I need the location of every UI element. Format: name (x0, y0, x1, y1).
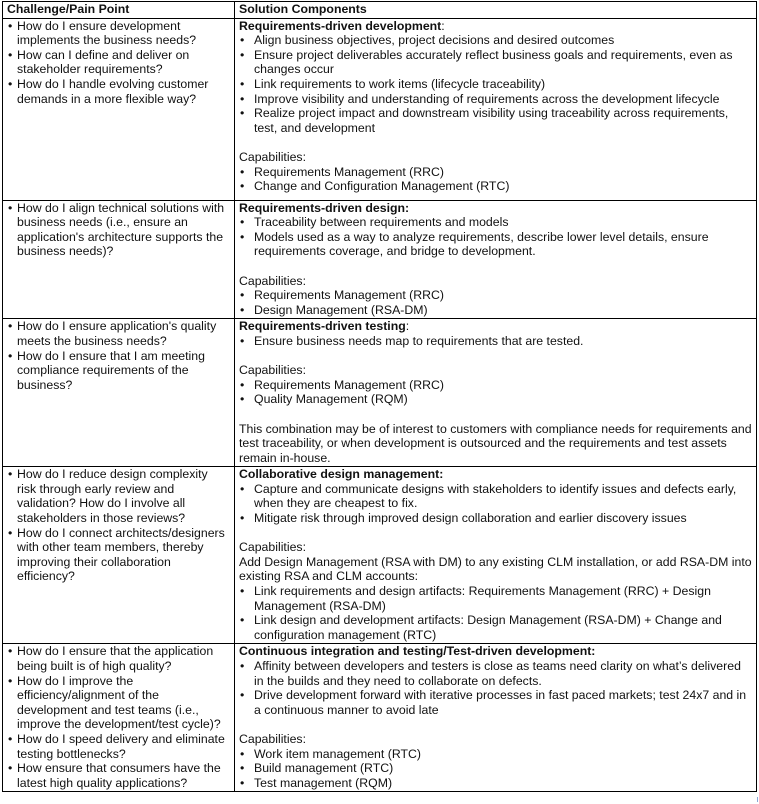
capability-item: Link design and development artifacts: D… (239, 613, 752, 642)
solution-point: Affinity between developers and testers … (239, 659, 752, 688)
challenge-cell: How do I ensure application's quality me… (2, 318, 235, 468)
challenge-item: How do I reduce design complexity risk t… (7, 467, 230, 525)
solution-note: This combination may be of interest to c… (239, 421, 752, 465)
capabilities-list: Requirements Management (RRC) Design Man… (239, 288, 752, 317)
capabilities-list: Requirements Management (RRC) Quality Ma… (239, 378, 752, 407)
challenge-list: How do I reduce design complexity risk t… (7, 467, 230, 584)
header-solution: Solution Components (234, 1, 757, 19)
challenge-item: How ensure that consumers have the lates… (7, 761, 230, 790)
solution-points: Capture and communicate designs with sta… (239, 482, 752, 526)
capabilities-list: Link requirements and design artifacts: … (239, 584, 752, 642)
challenge-item: How can I define and deliver on stakehol… (7, 48, 230, 77)
capability-item: Requirements Management (RRC) (239, 378, 752, 393)
challenge-item: How do I handle evolving customer demand… (7, 77, 230, 106)
solution-points: Align business objectives, project decis… (239, 33, 752, 135)
challenge-list: How do I ensure development implements t… (7, 19, 230, 107)
solution-cell: Requirements-driven testing: Ensure busi… (234, 318, 757, 468)
capabilities-label: Capabilities: (239, 273, 306, 288)
challenge-list: How do I align technical solutions with … (7, 201, 230, 259)
challenge-list: How do I ensure that the application bei… (7, 644, 230, 790)
solution-title-suffix: : (405, 319, 410, 334)
challenge-item: How do I ensure application's quality me… (7, 319, 230, 348)
solution-title: Collaborative design management: (239, 467, 444, 482)
solution-cell: Requirements-driven development: Align b… (234, 17, 757, 201)
solution-point: Capture and communicate designs with sta… (239, 482, 752, 511)
solution-point: Align business objectives, project decis… (239, 33, 752, 48)
solution-point: Models used as a way to analyze requirem… (239, 230, 752, 259)
capability-item: Work item management (RTC) (239, 747, 752, 762)
challenge-list: How do I ensure application's quality me… (7, 319, 230, 392)
capabilities-label: Capabilities: (239, 540, 306, 555)
capability-item: Build management (RTC) (239, 761, 752, 776)
capabilities-label: Capabilities: (239, 363, 306, 378)
challenge-item: How do I speed delivery and eliminate te… (7, 732, 230, 761)
solution-cell: Collaborative design management: Capture… (234, 466, 757, 645)
challenge-cell: How do I align technical solutions with … (2, 199, 235, 320)
solution-title: Continuous integration and testing/Test-… (239, 644, 596, 659)
challenge-solution-table: Challenge/Pain Point Solution Components… (2, 1, 757, 793)
capability-item: Change and Configuration Management (RTC… (239, 179, 752, 194)
capability-item: Design Management (RSA-DM) (239, 303, 752, 318)
capability-item: Requirements Management (RRC) (239, 165, 752, 180)
solution-title: Requirements-driven development (239, 18, 442, 33)
solution-heading: Requirements-driven development: (239, 19, 752, 34)
challenge-cell: How do I ensure development implements t… (2, 17, 235, 201)
solution-point: Ensure project deliverables accurately r… (239, 48, 752, 77)
page-corner-mark (757, 797, 758, 802)
solution-point: Ensure business needs map to requirement… (239, 334, 752, 349)
solution-cell: Requirements-driven design: Traceability… (234, 199, 757, 320)
solution-point: Realize project impact and downstream vi… (239, 106, 752, 135)
solution-points: Affinity between developers and testers … (239, 659, 752, 717)
capabilities-list: Requirements Management (RRC) Change and… (239, 165, 752, 194)
challenge-item: How do I ensure that I am meeting compli… (7, 349, 230, 393)
solution-points: Traceability between requirements and mo… (239, 215, 752, 259)
header-challenge: Challenge/Pain Point (2, 1, 235, 19)
solution-point: Link requirements to work items (lifecyc… (239, 77, 752, 92)
solution-title: Requirements-driven design: (239, 200, 410, 215)
solution-title: Requirements-driven testing (239, 319, 406, 334)
solution-points: Ensure business needs map to requirement… (239, 334, 752, 349)
challenge-cell: How do I ensure that the application bei… (2, 643, 235, 793)
capabilities-intro: Add Design Management (RSA with DM) to a… (239, 554, 752, 584)
solution-point: Mitigate risk through improved design co… (239, 511, 752, 526)
solution-heading: Requirements-driven testing: (239, 319, 752, 334)
solution-point: Traceability between requirements and mo… (239, 215, 752, 230)
table-row: How do I ensure development implements t… (2, 17, 757, 201)
table-row: How do I reduce design complexity risk t… (2, 466, 757, 645)
challenge-item: How do I improve the efficiency/alignmen… (7, 674, 230, 732)
capability-item: Requirements Management (RRC) (239, 288, 752, 303)
solution-cell: Continuous integration and testing/Test-… (234, 643, 757, 793)
table-row: How do I ensure application's quality me… (2, 318, 757, 468)
table-row: How do I align technical solutions with … (2, 199, 757, 320)
solution-point: Drive development forward with iterative… (239, 688, 752, 717)
capabilities-list: Work item management (RTC) Build managem… (239, 747, 752, 791)
challenge-item: How do I connect architects/designers wi… (7, 526, 230, 584)
challenge-cell: How do I reduce design complexity risk t… (2, 466, 235, 645)
capability-item: Quality Management (RQM) (239, 392, 752, 407)
challenge-item: How do I ensure that the application bei… (7, 644, 230, 673)
table-header-row: Challenge/Pain Point Solution Components (2, 1, 757, 19)
capability-item: Test management (RQM) (239, 776, 752, 791)
challenge-item: How do I align technical solutions with … (7, 201, 230, 259)
capabilities-label: Capabilities: (239, 731, 306, 746)
capability-item: Link requirements and design artifacts: … (239, 584, 752, 613)
capabilities-label: Capabilities: (239, 149, 306, 164)
table-row: How do I ensure that the application bei… (2, 643, 757, 793)
solution-point: Improve visibility and understanding of … (239, 92, 752, 107)
solution-title-suffix: : (441, 18, 445, 33)
challenge-item: How do I ensure development implements t… (7, 19, 230, 48)
